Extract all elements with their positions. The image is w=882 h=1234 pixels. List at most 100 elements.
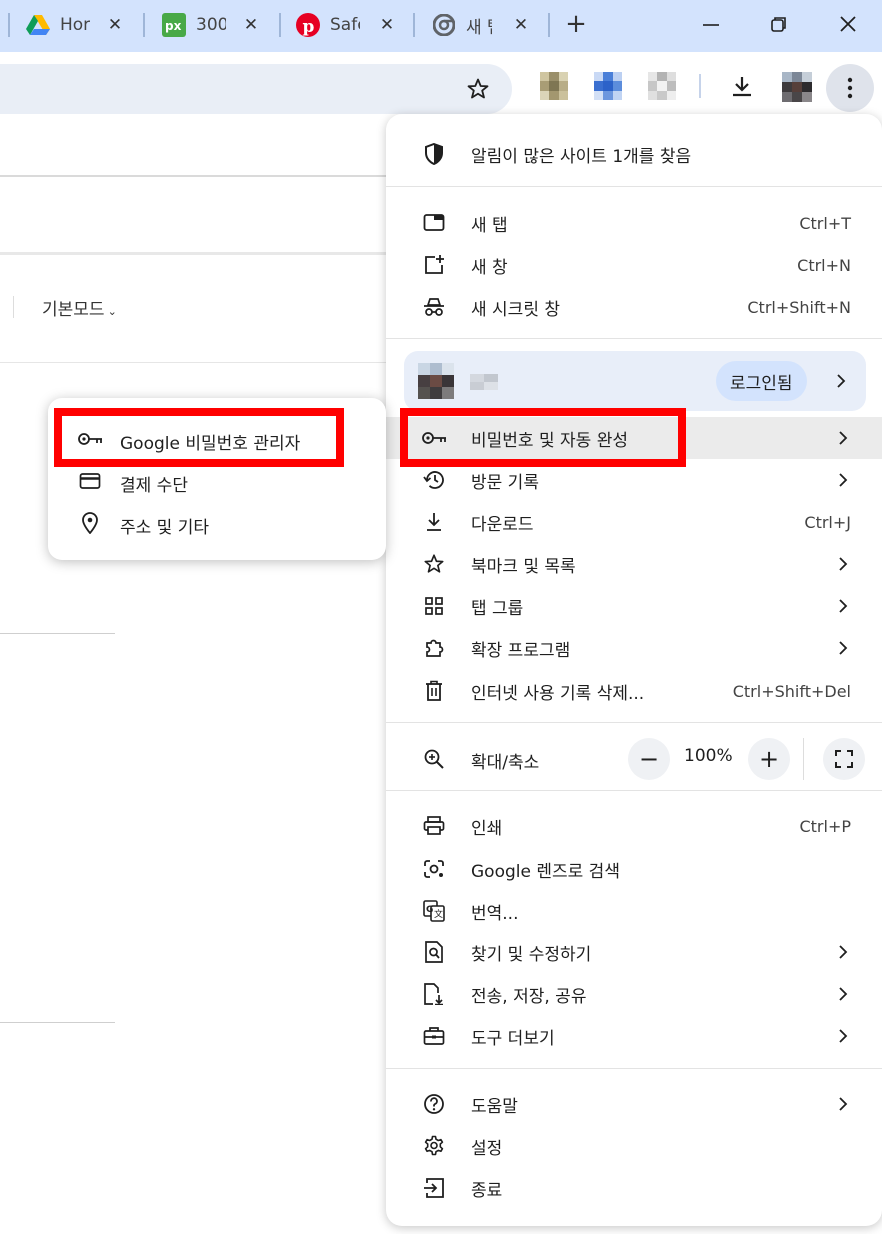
tab-pinterest[interactable]: p Safe ✕ — [296, 8, 406, 42]
avatar — [418, 363, 454, 399]
menu-item-google-lens[interactable]: Google 렌즈로 검색 — [386, 848, 882, 890]
menu-item-downloads[interactable]: 다운로드 Ctrl+J — [386, 501, 882, 543]
extension-icon[interactable] — [594, 72, 622, 100]
menu-label: 전송, 저장, 공유 — [471, 986, 587, 1007]
address-bar[interactable] — [0, 64, 512, 114]
close-icon[interactable]: ✕ — [510, 14, 532, 36]
menu-label: 확대/축소 — [471, 753, 540, 773]
submenu-label: 결제 수단 — [120, 476, 188, 496]
menu-shortcut: Ctrl+N — [797, 255, 851, 275]
menu-item-find-edit[interactable]: 찾기 및 수정하기 — [386, 931, 882, 973]
svg-text:文: 文 — [434, 908, 443, 920]
new-tab-button[interactable]: + — [562, 9, 590, 39]
chevron-right-icon — [836, 1097, 850, 1111]
chrome-menu: 알림이 많은 사이트 1개를 찾음 새 탭 Ctrl+T 새 창 Ctrl+N … — [386, 114, 882, 1226]
tab-google-drive[interactable]: Hor ✕ — [26, 8, 136, 42]
zoom-out-button[interactable]: − — [628, 738, 670, 780]
chevron-right-icon — [836, 473, 850, 487]
tab-title: Hor — [60, 15, 90, 35]
menu-item-exit[interactable]: 종료 — [386, 1167, 882, 1209]
menu-item-bookmarks[interactable]: 북마크 및 목록 — [386, 543, 882, 585]
chevron-right-icon — [834, 374, 848, 388]
menu-label: 새 창 — [471, 257, 508, 278]
history-icon — [422, 468, 446, 492]
menu-label: 북마크 및 목록 — [471, 556, 576, 577]
help-icon — [422, 1092, 446, 1116]
download-icon — [422, 510, 446, 534]
view-mode-dropdown[interactable]: 기본모드 ⌄ — [42, 295, 117, 320]
tab-pixabay[interactable]: px 300 ✕ — [162, 8, 272, 42]
menu-item-incognito[interactable]: 새 시크릿 창 Ctrl+Shift+N — [386, 286, 882, 328]
menu-item-notifications[interactable]: 알림이 많은 사이트 1개를 찾음 — [386, 133, 882, 175]
tab-strip: Hor ✕ px 300 ✕ p Safe ✕ 새 탭 ✕ + — [0, 0, 882, 52]
restore-button[interactable] — [764, 10, 794, 38]
chevron-right-icon — [836, 1029, 850, 1043]
menu-item-cast-save-share[interactable]: 전송, 저장, 공유 — [386, 973, 882, 1015]
google-drive-icon — [26, 13, 50, 37]
save-share-icon — [422, 982, 446, 1006]
menu-item-extensions[interactable]: 확장 프로그램 — [386, 627, 882, 669]
zoom-in-button[interactable]: + — [748, 738, 790, 780]
tab-separator — [8, 13, 10, 37]
gear-icon — [422, 1134, 446, 1158]
menu-item-help[interactable]: 도움말 — [386, 1083, 882, 1125]
chrome-icon — [432, 13, 456, 37]
menu-shortcut: Ctrl+J — [804, 512, 851, 532]
zoom-row: 확대/축소 − 100% + — [386, 734, 882, 784]
exit-icon — [422, 1176, 446, 1200]
tab-separator — [548, 13, 550, 37]
tab-separator — [143, 13, 145, 37]
download-icon[interactable] — [728, 72, 756, 100]
chevron-right-icon — [836, 641, 850, 655]
close-icon[interactable]: ✕ — [376, 14, 398, 36]
menu-item-new-window[interactable]: 새 창 Ctrl+N — [386, 244, 882, 286]
translate-icon: G文 — [422, 899, 446, 923]
menu-item-more-tools[interactable]: 도구 더보기 — [386, 1015, 882, 1057]
fullscreen-button[interactable] — [823, 738, 865, 780]
menu-item-translate[interactable]: G文 번역... — [386, 890, 882, 932]
menu-label: 방문 기록 — [471, 472, 539, 493]
submenu-item-addresses[interactable]: 주소 및 기타 — [48, 502, 386, 544]
extension-icon[interactable] — [648, 72, 676, 100]
menu-label: 인쇄 — [471, 818, 503, 839]
menu-shortcut: Ctrl+P — [799, 816, 851, 836]
incognito-icon — [422, 295, 446, 319]
menu-label: 새 시크릿 창 — [471, 299, 561, 320]
pinterest-icon: p — [296, 13, 320, 37]
tab-groups-icon — [422, 594, 446, 618]
menu-label: 번역... — [471, 903, 519, 924]
svg-text:p: p — [303, 17, 315, 37]
new-window-icon — [422, 253, 446, 277]
menu-separator — [386, 186, 882, 187]
profile-avatar-icon[interactable] — [782, 72, 812, 102]
minimize-button[interactable] — [696, 10, 726, 38]
menu-label: 인터넷 사용 기록 삭제... — [471, 683, 645, 704]
toolbar — [0, 52, 882, 114]
chevron-right-icon — [836, 945, 850, 959]
credit-card-icon — [78, 469, 102, 493]
menu-shortcut: Ctrl+T — [799, 213, 851, 233]
menu-item-tab-groups[interactable]: 탭 그룹 — [386, 585, 882, 627]
menu-item-new-tab[interactable]: 새 탭 Ctrl+T — [386, 202, 882, 244]
tab-new-tab[interactable]: 새 탭 ✕ — [432, 8, 542, 42]
close-icon[interactable]: ✕ — [104, 14, 126, 36]
signed-in-badge[interactable]: 로그인됨 — [716, 361, 807, 401]
star-icon — [422, 552, 446, 576]
menu-label: Google 렌즈로 검색 — [471, 861, 620, 882]
menu-item-settings[interactable]: 설정 — [386, 1125, 882, 1167]
menu-label: 도구 더보기 — [471, 1028, 555, 1049]
profile-row[interactable]: 로그인됨 — [404, 351, 866, 411]
close-icon[interactable]: ✕ — [240, 14, 262, 36]
extension-icon[interactable] — [540, 72, 568, 100]
tab-title: 새 탭 — [466, 17, 492, 38]
menu-item-clear-browsing-data[interactable]: 인터넷 사용 기록 삭제... Ctrl+Shift+Del — [386, 670, 882, 712]
view-mode-label: 기본모드 — [42, 300, 105, 320]
more-menu-button[interactable] — [826, 64, 874, 112]
menu-separator — [386, 338, 882, 339]
bookmark-star-icon[interactable] — [464, 77, 492, 101]
menu-label: 탭 그룹 — [471, 598, 524, 619]
menu-item-print[interactable]: 인쇄 Ctrl+P — [386, 805, 882, 847]
page-divider — [0, 1022, 115, 1023]
submenu-label: 주소 및 기타 — [120, 518, 210, 538]
close-window-button[interactable] — [833, 10, 863, 38]
